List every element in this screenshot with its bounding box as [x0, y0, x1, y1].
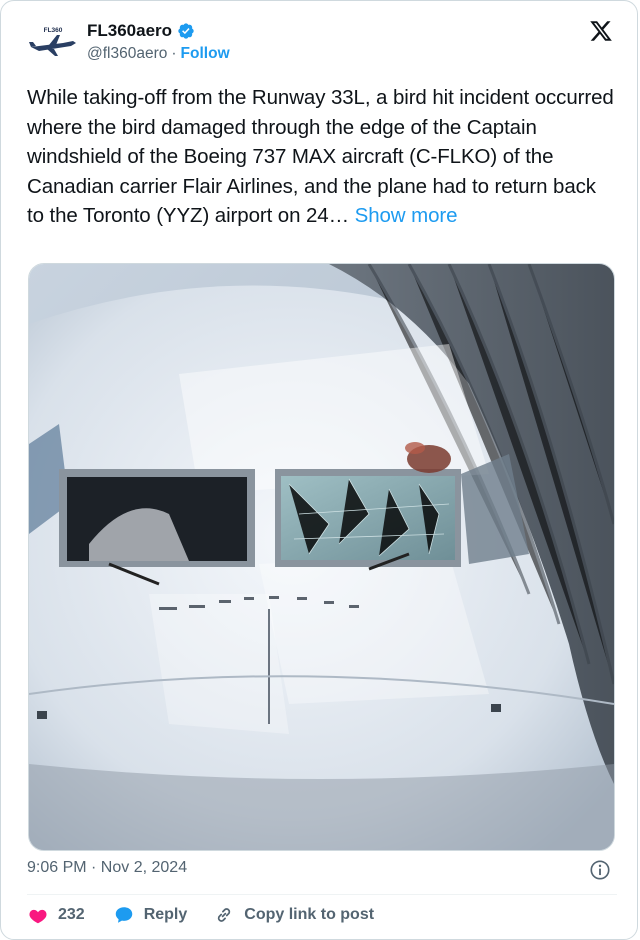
reply-label: Reply	[143, 906, 188, 923]
like-count: 232	[58, 906, 85, 923]
reply-bubble-icon	[115, 907, 132, 923]
avatar[interactable]: FL360	[27, 21, 79, 65]
separator-dot: ·	[171, 45, 177, 62]
divider	[27, 894, 617, 895]
link-icon	[218, 908, 231, 922]
post-text: While taking-off from the Runway 33L, a …	[27, 83, 617, 231]
avatar-logo-text: FL360	[44, 27, 63, 34]
heart-icon	[29, 909, 47, 924]
post-timestamp[interactable]: 9:06 PM · Nov 2, 2024	[27, 859, 187, 877]
x-logo-icon[interactable]	[589, 19, 613, 43]
like-button[interactable]: 232	[27, 904, 85, 926]
info-icon[interactable]	[589, 859, 611, 881]
author-handle[interactable]: @fl360aero	[87, 45, 167, 63]
copy-link-button[interactable]: Copy link to post	[213, 904, 374, 926]
aircraft-nose-photo	[29, 264, 614, 850]
author-name[interactable]: FL360aero	[87, 21, 172, 41]
reply-button[interactable]: Reply	[113, 904, 188, 926]
verified-badge-icon	[178, 23, 194, 39]
post-body: While taking-off from the Runway 33L, a …	[27, 86, 614, 227]
post-card: FL360 FL360aero @fl360aero · Follow Whil…	[0, 0, 638, 940]
action-bar: 232 Reply Copy link to post	[27, 904, 374, 926]
show-more-link[interactable]: Show more	[355, 204, 458, 227]
follow-button[interactable]: Follow	[181, 45, 230, 63]
post-image[interactable]	[28, 263, 615, 851]
copy-link-label: Copy link to post	[244, 906, 375, 923]
post-header: FL360 FL360aero @fl360aero · Follow	[27, 15, 617, 71]
